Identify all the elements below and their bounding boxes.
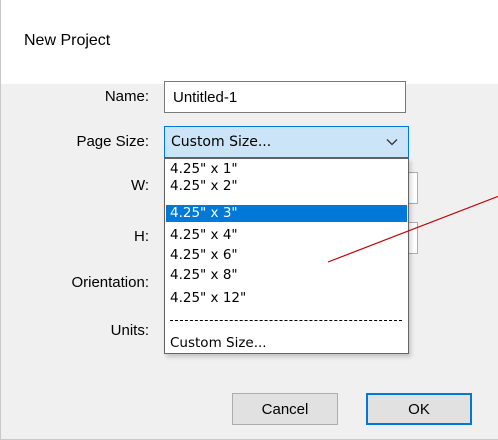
name-input[interactable] (164, 81, 406, 113)
dialog-title-bar: New Project (1, 0, 498, 84)
name-label: Name: (104, 88, 149, 105)
page-size-option[interactable]: 4.25" x 8" (166, 267, 407, 284)
page-size-label: Page Size: (76, 133, 149, 150)
page-size-option-selected[interactable]: 4.25" x 3" (166, 205, 407, 222)
units-label: Units: (110, 322, 149, 339)
dialog-title: New Project (24, 32, 111, 49)
new-project-dialog: New Project Name: Page Size: Custom Size… (0, 0, 498, 440)
page-size-option[interactable]: 4.25" x 4" (166, 227, 407, 244)
dropdown-separator (170, 320, 402, 321)
page-size-option[interactable]: 4.25" x 12" (166, 290, 407, 307)
page-size-option[interactable]: 4.25" x 2" (166, 178, 407, 195)
height-label: H: (134, 228, 149, 245)
page-size-dropdown-list: 4.25" x 1" 4.25" x 2" 4.25" x 3" 4.25" x… (164, 158, 409, 354)
width-label: W: (130, 177, 149, 194)
orientation-label: Orientation: (71, 274, 149, 291)
page-size-selected-value: Custom Size... (171, 134, 272, 150)
page-size-select[interactable]: Custom Size... (164, 126, 409, 158)
cancel-button[interactable]: Cancel (232, 393, 338, 425)
chevron-down-icon (386, 139, 398, 146)
page-size-option[interactable]: 4.25" x 1" (166, 161, 407, 178)
page-size-option[interactable]: 4.25" x 6" (166, 247, 407, 264)
ok-button[interactable]: OK (366, 393, 472, 425)
page-size-option-custom[interactable]: Custom Size... (166, 335, 407, 352)
